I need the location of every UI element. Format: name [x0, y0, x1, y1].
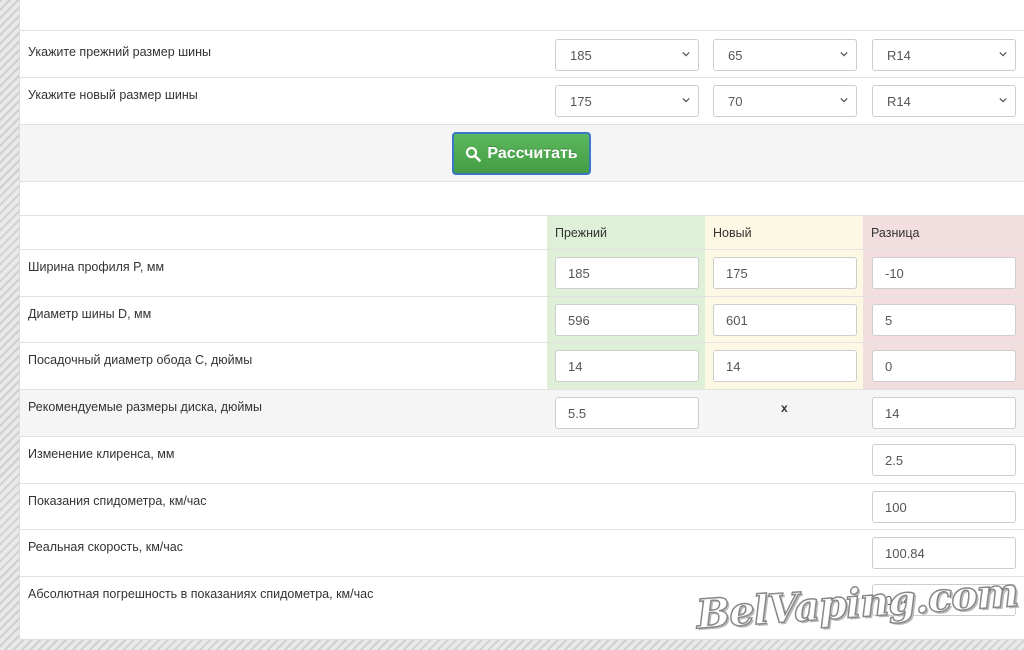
calculate-button[interactable]: Рассчитать: [452, 132, 591, 175]
rim-recommendation-row: Рекомендуемые размеры диска, дюймы 5.5 x…: [20, 389, 1024, 436]
rim-separator: x: [781, 401, 788, 415]
calculate-button-label: Рассчитать: [487, 144, 578, 162]
row-label: Показания спидометра, км/час: [28, 494, 207, 508]
rim-diameter-output[interactable]: 14: [872, 397, 1016, 429]
table-row: Реальная скорость, км/час 100.84: [20, 529, 1024, 576]
row-label: Ширина профиля P, мм: [28, 260, 165, 274]
chevron-down-icon: [840, 97, 848, 103]
new-rim-output[interactable]: 14: [713, 350, 857, 382]
old-profile-value: 65: [728, 48, 743, 63]
old-width-value: 185: [570, 48, 592, 63]
new-diameter-output[interactable]: 601: [713, 304, 857, 336]
old-diameter-output[interactable]: 596: [555, 304, 699, 336]
spacer-row: [20, 181, 1024, 215]
old-size-row: Укажите прежний размер шины 185 65 R14: [20, 30, 1024, 77]
chevron-down-icon: [682, 51, 690, 57]
row-label: Абсолютная погрешность в показаниях спид…: [28, 587, 374, 601]
new-size-row: Укажите новый размер шины 175 70 R14: [20, 77, 1024, 124]
old-width-output[interactable]: 185: [555, 257, 699, 289]
row-label: Посадочный диаметр обода C, дюймы: [28, 353, 253, 367]
rim-width-output[interactable]: 5.5: [555, 397, 699, 429]
chevron-down-icon: [999, 51, 1007, 57]
results-header-row: Прежний Новый Разница: [20, 215, 1024, 249]
chevron-down-icon: [682, 97, 690, 103]
new-rim-value: R14: [887, 94, 911, 109]
header-new: Новый: [713, 226, 752, 240]
table-row: Посадочный диаметр обода C, дюймы 14 14 …: [20, 342, 1024, 389]
new-rim-select[interactable]: R14: [872, 85, 1016, 117]
old-size-label: Укажите прежний размер шины: [28, 45, 212, 59]
diff-width-output[interactable]: -10: [872, 257, 1016, 289]
old-width-select[interactable]: 185: [555, 39, 699, 71]
new-width-output[interactable]: 175: [713, 257, 857, 289]
real-speed-output[interactable]: 100.84: [872, 537, 1016, 569]
old-rim-select[interactable]: R14: [872, 39, 1016, 71]
new-width-select[interactable]: 175: [555, 85, 699, 117]
calc-row: Рассчитать: [20, 124, 1024, 181]
header-old: Прежний: [555, 226, 607, 240]
table-row: Показания спидометра, км/час 100: [20, 483, 1024, 529]
new-size-label: Укажите новый размер шины: [28, 88, 198, 102]
search-icon: [466, 146, 482, 162]
header-diff: Разница: [871, 226, 920, 240]
old-profile-select[interactable]: 65: [713, 39, 857, 71]
row-label: Диаметр шины D, мм: [28, 307, 152, 321]
calculator-panel: Укажите прежний размер шины 185 65 R14 У…: [19, 0, 1024, 640]
row-label: Изменение клиренса, мм: [28, 447, 175, 461]
table-row: Диаметр шины D, мм 596 601 5: [20, 296, 1024, 342]
new-profile-select[interactable]: 70: [713, 85, 857, 117]
diff-diameter-output[interactable]: 5: [872, 304, 1016, 336]
diff-rim-output[interactable]: 0: [872, 350, 1016, 382]
speedometer-input[interactable]: 100: [872, 491, 1016, 523]
old-rim-value: R14: [887, 48, 911, 63]
clearance-output[interactable]: 2.5: [872, 444, 1016, 476]
chevron-down-icon: [840, 51, 848, 57]
new-width-value: 175: [570, 94, 592, 109]
table-row: Ширина профиля P, мм 185 175 -10: [20, 249, 1024, 296]
chevron-down-icon: [999, 97, 1007, 103]
new-profile-value: 70: [728, 94, 743, 109]
row-label: Рекомендуемые размеры диска, дюймы: [28, 400, 262, 414]
table-row: Изменение клиренса, мм 2.5: [20, 436, 1024, 483]
old-rim-output[interactable]: 14: [555, 350, 699, 382]
row-label: Реальная скорость, км/час: [28, 540, 183, 554]
